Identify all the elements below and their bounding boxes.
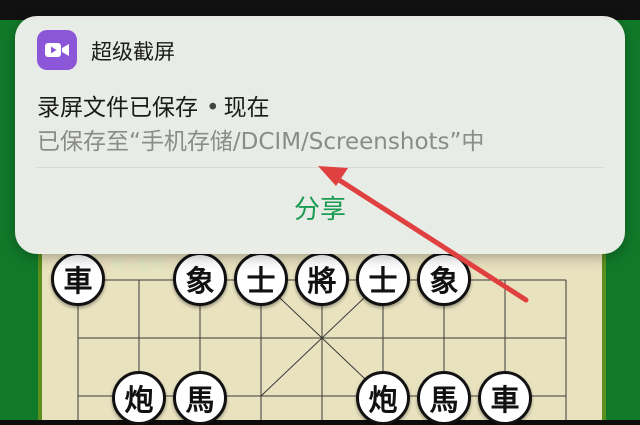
screen-record-notification[interactable]: 超级截屏 录屏文件已保存 • 现在 已保存至“手机存储/DCIM/Screensho… <box>15 16 625 254</box>
app-name: 超级截屏 <box>91 40 175 64</box>
board-caption: 棋~新起 <box>112 259 166 274</box>
notification-title-line: 录屏文件已保存 • 现在 <box>37 88 270 122</box>
piece-chariot[interactable]: 車 <box>478 371 532 425</box>
separator-dot: • <box>206 95 220 121</box>
video-camera-icon <box>37 30 77 70</box>
notification-time: 现在 <box>223 95 270 121</box>
piece-horse[interactable]: 馬 <box>173 371 227 425</box>
notification-divider <box>37 167 603 168</box>
piece-general[interactable]: 將 <box>295 252 349 306</box>
piece-elephant[interactable]: 象 <box>173 252 227 306</box>
piece-cannon[interactable]: 炮 <box>112 371 166 425</box>
piece-advisor[interactable]: 士 <box>234 252 288 306</box>
piece-advisor[interactable]: 士 <box>356 252 410 306</box>
piece-chariot[interactable]: 車 <box>51 252 105 306</box>
notification-message: 已保存至“手机存储/DCIM/Screenshots”中 <box>37 129 485 155</box>
notification-title: 录屏文件已保存 <box>37 95 198 121</box>
piece-cannon[interactable]: 炮 <box>356 371 410 425</box>
piece-elephant[interactable]: 象 <box>417 252 471 306</box>
piece-horse[interactable]: 馬 <box>417 371 471 425</box>
share-button[interactable]: 分享 <box>15 182 625 232</box>
